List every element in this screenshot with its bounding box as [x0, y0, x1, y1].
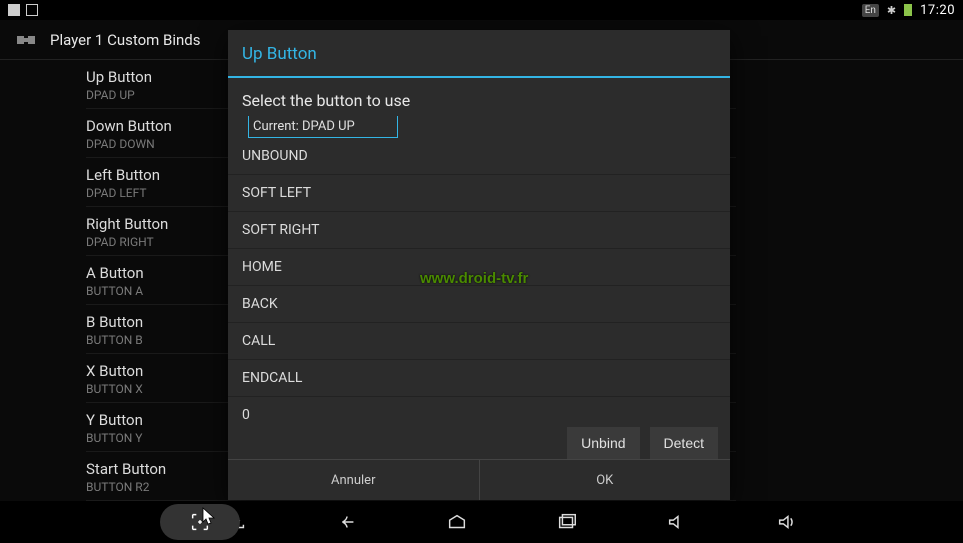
clock: 17:20: [920, 3, 955, 18]
button-option[interactable]: SOFT LEFT: [228, 175, 730, 212]
detect-button[interactable]: Detect: [650, 427, 718, 459]
current-binding-field[interactable]: Current: DPAD UP: [248, 116, 398, 138]
dialog-subtitle: Select the button to use: [228, 78, 730, 110]
button-option-list: UNBOUNDSOFT LEFTSOFT RIGHTHOMEBACKCALLEN…: [228, 138, 730, 421]
button-option[interactable]: ENDCALL: [228, 360, 730, 397]
app-indicator-icon: [26, 4, 38, 16]
button-select-dialog: Up Button Select the button to use Curre…: [228, 30, 730, 500]
button-option[interactable]: UNBOUND: [228, 138, 730, 175]
system-nav-bar: [0, 501, 963, 543]
button-option[interactable]: SOFT RIGHT: [228, 212, 730, 249]
cancel-button[interactable]: Annuler: [228, 460, 480, 500]
nav-volume-down-button[interactable]: [657, 508, 697, 536]
ime-indicator: En: [862, 4, 879, 17]
button-option[interactable]: CALL: [228, 323, 730, 360]
nav-recents-button[interactable]: [547, 508, 587, 536]
unbind-button[interactable]: Unbind: [567, 427, 639, 459]
button-option[interactable]: BACK: [228, 286, 730, 323]
nav-volume-up-button[interactable]: [767, 508, 807, 536]
ok-button[interactable]: OK: [480, 460, 731, 500]
cast-icon: [8, 4, 20, 16]
button-option[interactable]: 0: [228, 397, 730, 421]
battery-icon: [904, 4, 912, 16]
nav-home-button[interactable]: [437, 508, 477, 536]
nav-back-button[interactable]: [327, 508, 367, 536]
status-bar: En ✱ 17:20: [0, 0, 963, 20]
bluetooth-icon: ✱: [887, 4, 896, 17]
nav-screenshot-button[interactable]: [160, 504, 240, 540]
page-title: Player 1 Custom Binds: [50, 31, 201, 49]
app-icon: [14, 28, 38, 52]
button-option[interactable]: HOME: [228, 249, 730, 286]
dialog-title: Up Button: [228, 30, 730, 78]
